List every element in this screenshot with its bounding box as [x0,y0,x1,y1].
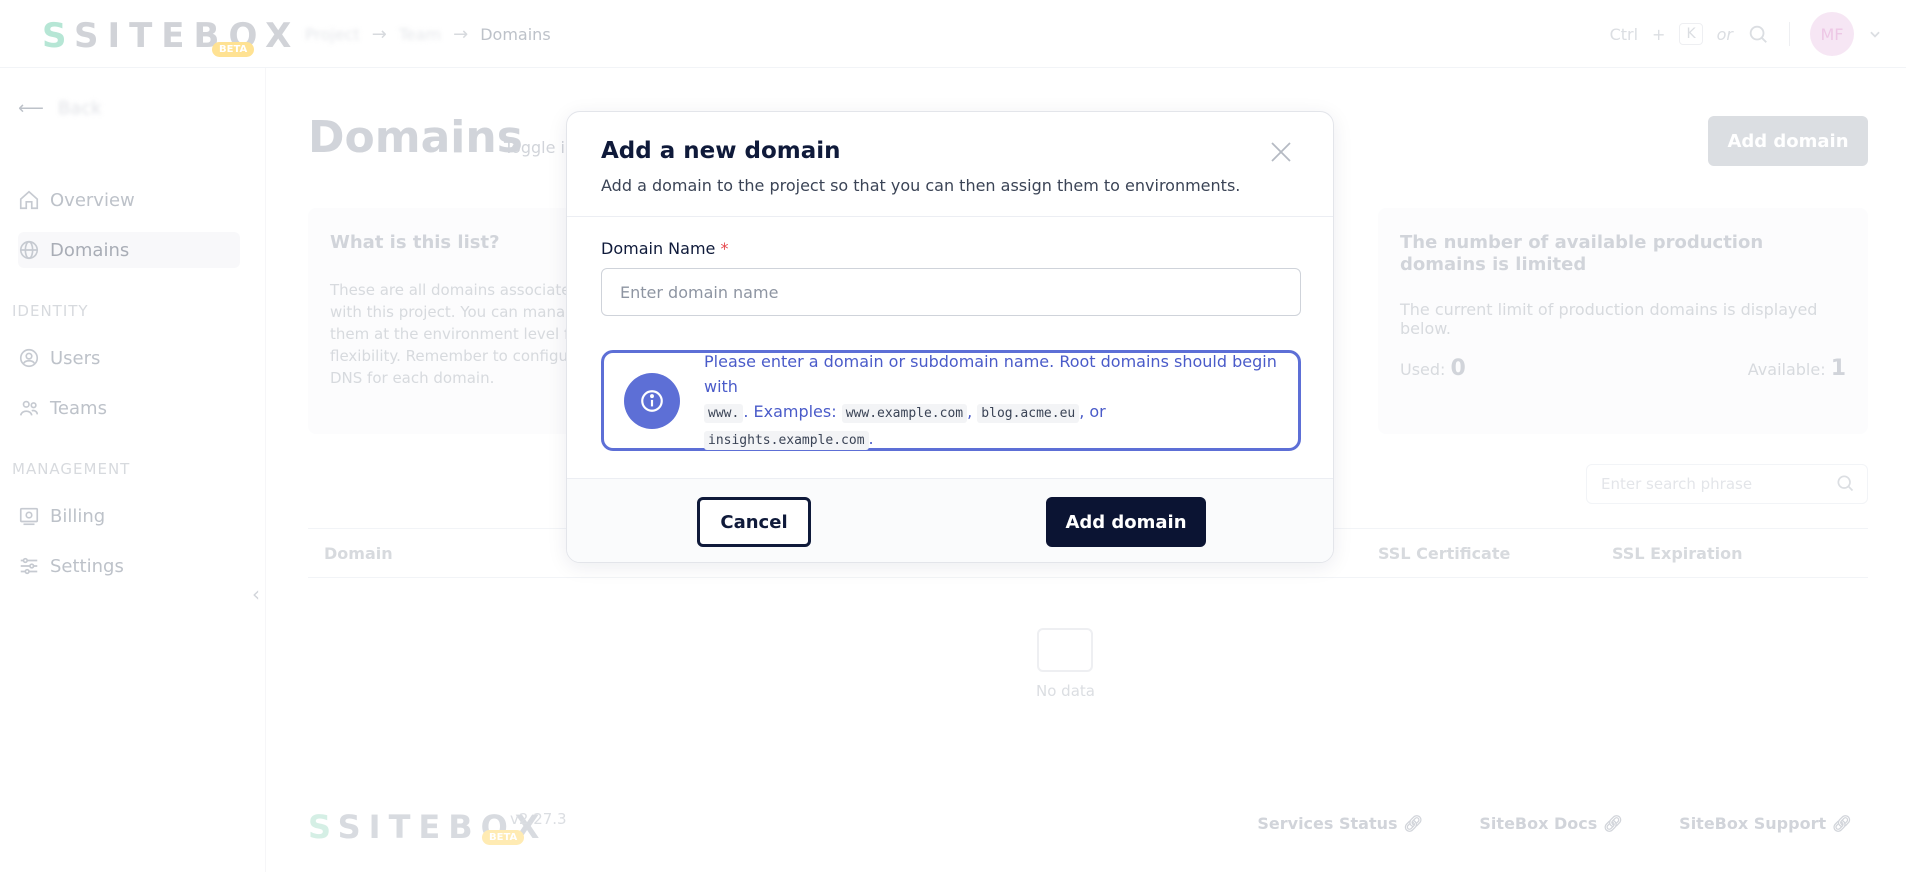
modal-header: Add a new domain Add a domain to the pro… [567,112,1333,217]
required-mark: * [720,239,729,258]
modal-body: Domain Name * Please enter a domain or s… [567,217,1333,473]
info-icon [624,372,680,429]
domain-name-input[interactable] [601,268,1301,316]
modal-subtitle: Add a domain to the project so that you … [601,176,1241,195]
code-www: www. [704,403,744,423]
add-domain-modal: Add a new domain Add a domain to the pro… [566,111,1334,563]
modal-title: Add a new domain [601,138,841,164]
modal-footer: Cancel Add domain [567,478,1333,562]
submit-add-domain-button[interactable]: Add domain [1046,497,1206,547]
info-text: Please enter a domain or subdomain name.… [704,351,1277,450]
code-example-2: blog.acme.eu [977,403,1080,423]
code-example-1: www.example.com [841,403,968,423]
info-callout: Please enter a domain or subdomain name.… [601,350,1301,451]
domain-name-label: Domain Name * [601,239,729,258]
code-example-3: insights.example.com [704,430,869,450]
cancel-button[interactable]: Cancel [697,497,811,547]
close-icon[interactable] [1269,140,1293,164]
